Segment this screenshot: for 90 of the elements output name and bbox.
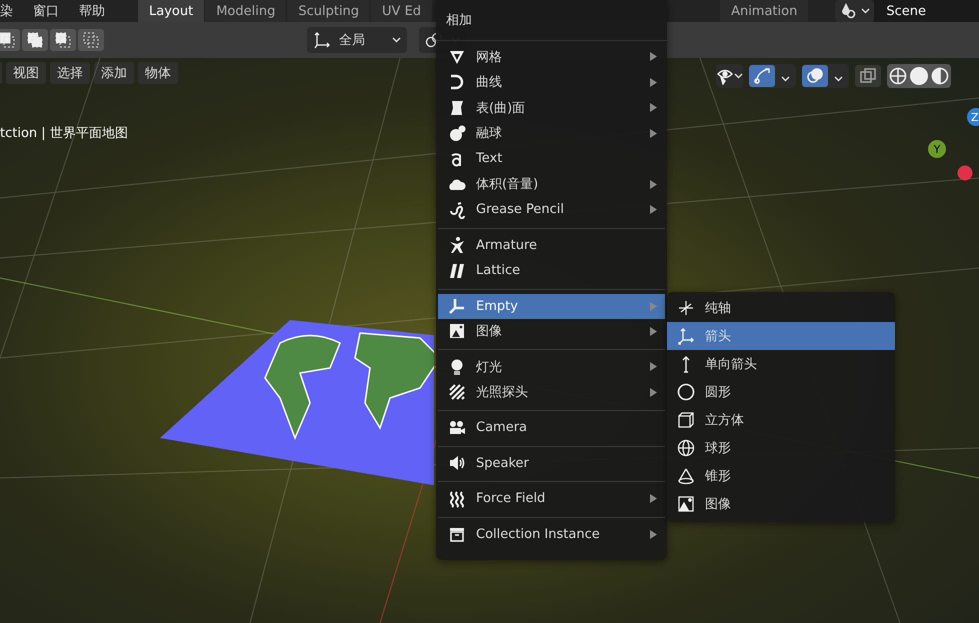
menu-item[interactable]: 锥形 (667, 462, 895, 490)
menu-item[interactable]: Grease Pencil (438, 197, 665, 222)
menu-item[interactable]: Collection Instance (438, 522, 665, 547)
workspace-tab[interactable]: UV Ed (371, 0, 432, 22)
workspace-tab[interactable]: Layout (138, 0, 204, 22)
surface-icon (448, 98, 466, 117)
menu-item[interactable]: 帮助 (69, 0, 115, 22)
scene-selector[interactable] (835, 0, 874, 22)
menu-item[interactable]: 图像 (667, 490, 895, 518)
image-icon (677, 495, 695, 513)
menu-item[interactable]: 体积(音量) (438, 172, 665, 197)
menu-item[interactable]: 图像 (438, 318, 665, 344)
cube-icon (677, 411, 695, 429)
scene-name-field[interactable]: Scene (874, 0, 979, 22)
menu-item[interactable]: 灯光 (438, 354, 665, 380)
menu-item[interactable]: 纯轴 (667, 294, 895, 322)
camera-icon (448, 418, 466, 437)
figure-icon (448, 236, 466, 254)
visibility-dropdown[interactable] (716, 64, 743, 88)
mode-intersect-icon[interactable] (78, 29, 104, 51)
workspace-tab[interactable]: Modeling (205, 0, 286, 22)
x-axis-handle[interactable] (957, 165, 973, 181)
y-axis-handle[interactable]: Y (928, 140, 946, 158)
axes-icon (448, 297, 466, 315)
chevron-down-icon (392, 37, 401, 43)
squares-icon (859, 67, 877, 85)
overlapping-circles-icon (806, 67, 824, 85)
chevron-down-icon (861, 8, 870, 14)
xray-button[interactable] (855, 65, 881, 87)
menu-item[interactable]: 箭头 (667, 322, 895, 350)
menu-item[interactable]: Text (438, 146, 665, 172)
filled-circle-icon (909, 66, 929, 86)
arrows-icon (677, 327, 695, 345)
menu-item[interactable]: 染 (0, 0, 23, 22)
blob-icon (448, 124, 466, 142)
half-circle-icon (931, 67, 949, 85)
circle-icon (677, 383, 695, 401)
menu-item[interactable]: 立方体 (667, 406, 895, 434)
collection-label: tction | 世界平面地图 (0, 125, 128, 142)
overlay-toggle[interactable] (802, 65, 828, 87)
menu-item[interactable]: 光照探头 (438, 380, 665, 405)
viewport-menu[interactable]: 视图 (6, 62, 46, 84)
menu-item[interactable]: Lattice (438, 258, 665, 284)
viewport-menu[interactable]: 选择 (50, 62, 90, 84)
solid-shading-button[interactable] (909, 66, 929, 86)
mode-extend-icon[interactable] (22, 29, 48, 51)
menu-item[interactable]: 窗口 (23, 0, 69, 22)
workspace-tab[interactable]: Animation (720, 0, 808, 22)
sphere-icon (677, 439, 695, 457)
squiggle-icon (448, 200, 466, 219)
viewport-menu[interactable]: 物体 (138, 62, 178, 84)
eye-cursor-icon (716, 67, 734, 85)
image-icon (448, 322, 466, 340)
menu-item[interactable]: 单向箭头 (667, 350, 895, 378)
scene-icon (839, 2, 858, 20)
z-axis-handle[interactable]: Z (967, 108, 979, 126)
menu-item[interactable]: 融球 (438, 120, 665, 146)
menu-item[interactable]: Force Field (438, 486, 665, 512)
menu-item[interactable]: 表(曲)面 (438, 95, 665, 120)
menu-item[interactable]: Empty (438, 294, 665, 318)
chevron-down-icon (781, 76, 790, 82)
axes-icon (313, 31, 331, 49)
mode-set-icon[interactable] (0, 29, 20, 51)
wire-globe-icon (889, 67, 907, 85)
menu-item[interactable]: Camera (438, 415, 665, 440)
cross-icon (677, 299, 695, 317)
chevron-down-icon (834, 76, 843, 82)
viewport-menu[interactable]: 添加 (94, 62, 134, 84)
gizmo-toggle[interactable] (749, 65, 775, 87)
stripes-icon (448, 383, 466, 402)
menu-item[interactable]: Armature (438, 232, 665, 258)
wireframe-shading-button[interactable] (889, 67, 907, 85)
lattice-icon (448, 262, 466, 280)
menu-item[interactable]: 圆形 (667, 378, 895, 406)
menu-item[interactable]: 曲线 (438, 70, 665, 95)
mode-subtract-icon[interactable] (50, 29, 76, 51)
box-icon (448, 525, 466, 544)
wavy-lines-icon (448, 490, 466, 508)
menu-item[interactable]: Speaker (438, 450, 665, 476)
chevron-down-icon (734, 73, 743, 79)
cone-icon (677, 467, 695, 485)
menu-item[interactable]: 网格 (438, 44, 665, 70)
curve-arrow-icon (753, 67, 771, 85)
menu-item[interactable]: 球形 (667, 434, 895, 462)
curve-icon (448, 73, 466, 92)
material-shading-button[interactable] (931, 67, 949, 85)
workspace-tab[interactable]: Sculpting (287, 0, 370, 22)
speaker-icon (448, 454, 466, 472)
orientation-dropdown[interactable]: 全局 (307, 27, 407, 53)
menu-title: 相加 (436, 0, 667, 41)
